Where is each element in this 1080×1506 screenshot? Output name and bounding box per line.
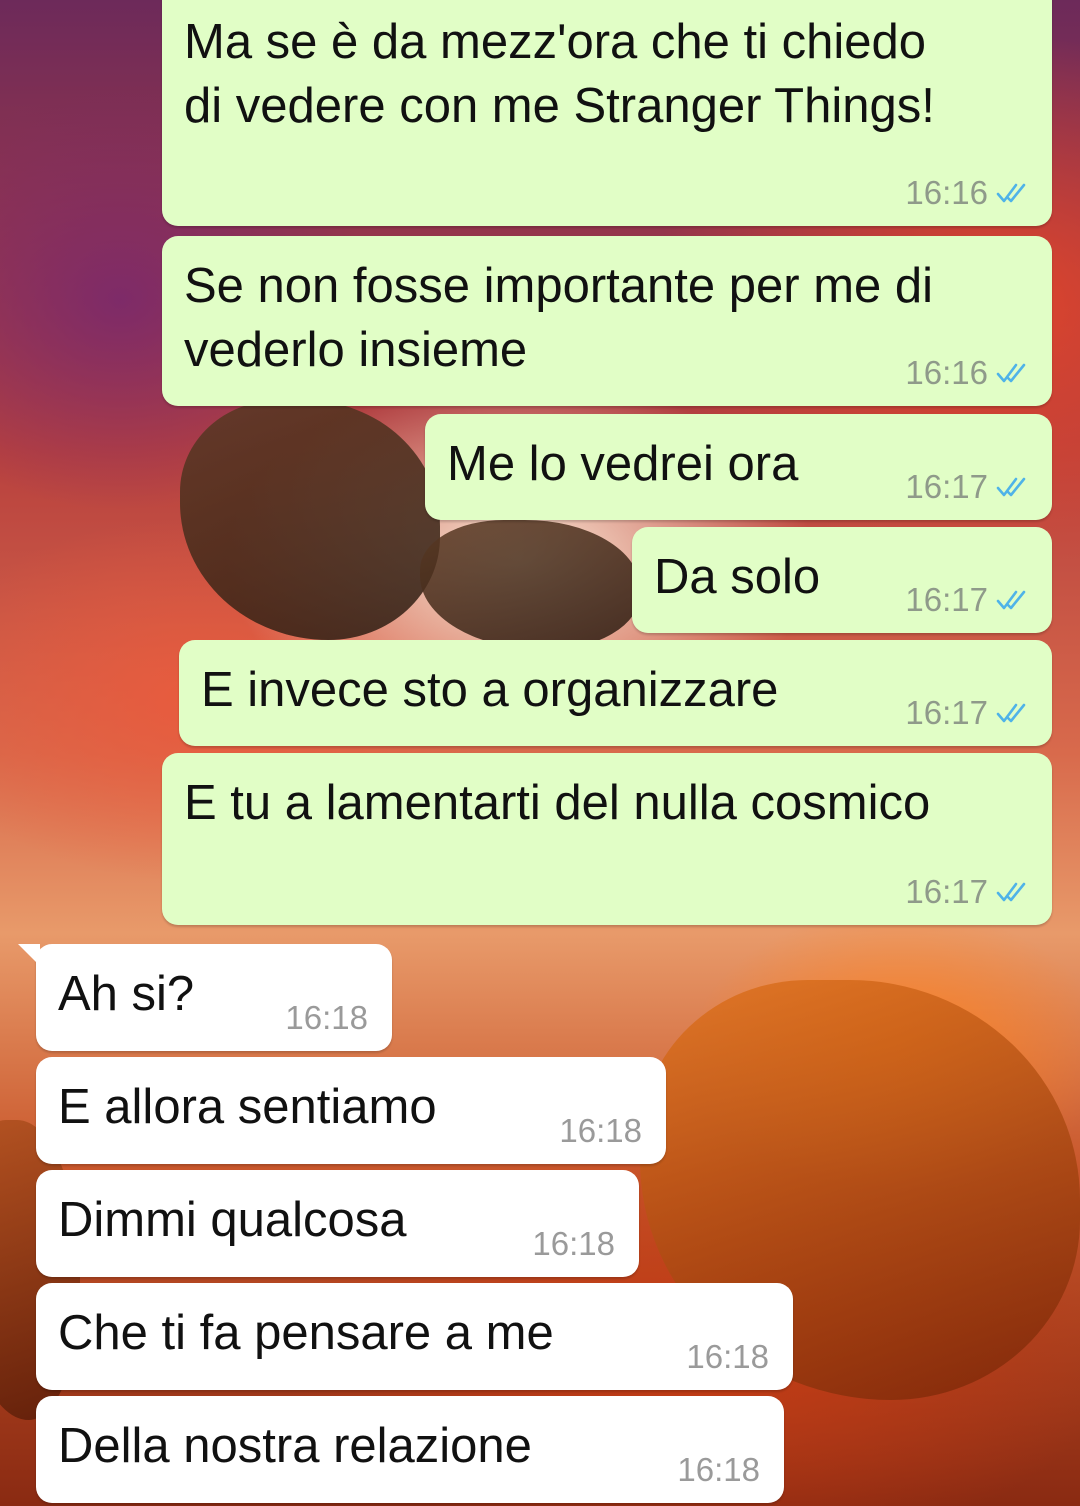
message-meta: 16:17	[905, 468, 1028, 506]
message-time: 16:18	[559, 1112, 642, 1149]
message-meta: 16:18	[686, 1338, 769, 1376]
message-text: Della nostra relazione	[58, 1419, 532, 1473]
message-text: Che ti fa pensare a me	[58, 1306, 554, 1360]
message-time: 16:17	[905, 694, 988, 731]
message-meta: 16:17	[905, 873, 1028, 911]
incoming-message[interactable]: Dimmi qualcosa 16:18	[36, 1170, 639, 1277]
outgoing-message[interactable]: Ma se è da mezz'ora che ti chiedo di ved…	[162, 0, 1052, 226]
double-check-read-icon	[996, 590, 1026, 610]
background-rock	[420, 520, 640, 650]
outgoing-message[interactable]: Da solo 16:17	[632, 527, 1052, 633]
message-text: Da solo	[654, 550, 821, 604]
message-meta: 16:17	[905, 694, 1028, 732]
message-time: 16:17	[905, 581, 988, 618]
message-text: Dimmi qualcosa	[58, 1193, 407, 1247]
message-text: Se non fosse importante per me di vederl…	[184, 259, 934, 377]
message-meta: 16:17	[905, 581, 1028, 619]
double-check-read-icon	[996, 183, 1026, 203]
incoming-message[interactable]: E allora sentiamo 16:18	[36, 1057, 666, 1164]
outgoing-message[interactable]: Se non fosse importante per me di vederl…	[162, 236, 1052, 406]
message-text: E invece sto a organizzare	[201, 663, 779, 717]
message-time: 16:18	[686, 1338, 769, 1375]
message-meta: 16:16	[905, 354, 1028, 392]
incoming-message[interactable]: Ah si? 16:18	[18, 944, 392, 1051]
message-meta: 16:18	[559, 1112, 642, 1150]
double-check-read-icon	[996, 363, 1026, 383]
message-time: 16:18	[532, 1225, 615, 1262]
message-time: 16:16	[905, 354, 988, 391]
message-meta: 16:18	[285, 999, 368, 1037]
message-text: Me lo vedrei ora	[447, 437, 799, 491]
message-text: E tu a lamentarti del nulla cosmico	[184, 776, 931, 830]
message-meta: 16:18	[532, 1225, 615, 1263]
message-time: 16:18	[677, 1451, 760, 1488]
incoming-message[interactable]: Della nostra relazione 16:18	[36, 1396, 784, 1503]
double-check-read-icon	[996, 477, 1026, 497]
message-time: 16:18	[285, 999, 368, 1036]
background-rock	[180, 400, 440, 640]
double-check-read-icon	[996, 882, 1026, 902]
message-time: 16:16	[905, 174, 988, 211]
outgoing-message[interactable]: E invece sto a organizzare 16:17	[179, 640, 1052, 746]
message-text: Ma se è da mezz'ora che ti chiedo di ved…	[184, 15, 935, 133]
message-meta: 16:18	[677, 1451, 760, 1489]
message-time: 16:17	[905, 873, 988, 910]
message-meta: 16:16	[905, 174, 1028, 212]
outgoing-message[interactable]: E tu a lamentarti del nulla cosmico 16:1…	[162, 753, 1052, 925]
incoming-message[interactable]: Che ti fa pensare a me 16:18	[36, 1283, 793, 1390]
outgoing-message[interactable]: Me lo vedrei ora 16:17	[425, 414, 1052, 520]
message-text: Ah si?	[58, 967, 195, 1021]
message-text: E allora sentiamo	[58, 1080, 437, 1134]
message-time: 16:17	[905, 468, 988, 505]
double-check-read-icon	[996, 703, 1026, 723]
